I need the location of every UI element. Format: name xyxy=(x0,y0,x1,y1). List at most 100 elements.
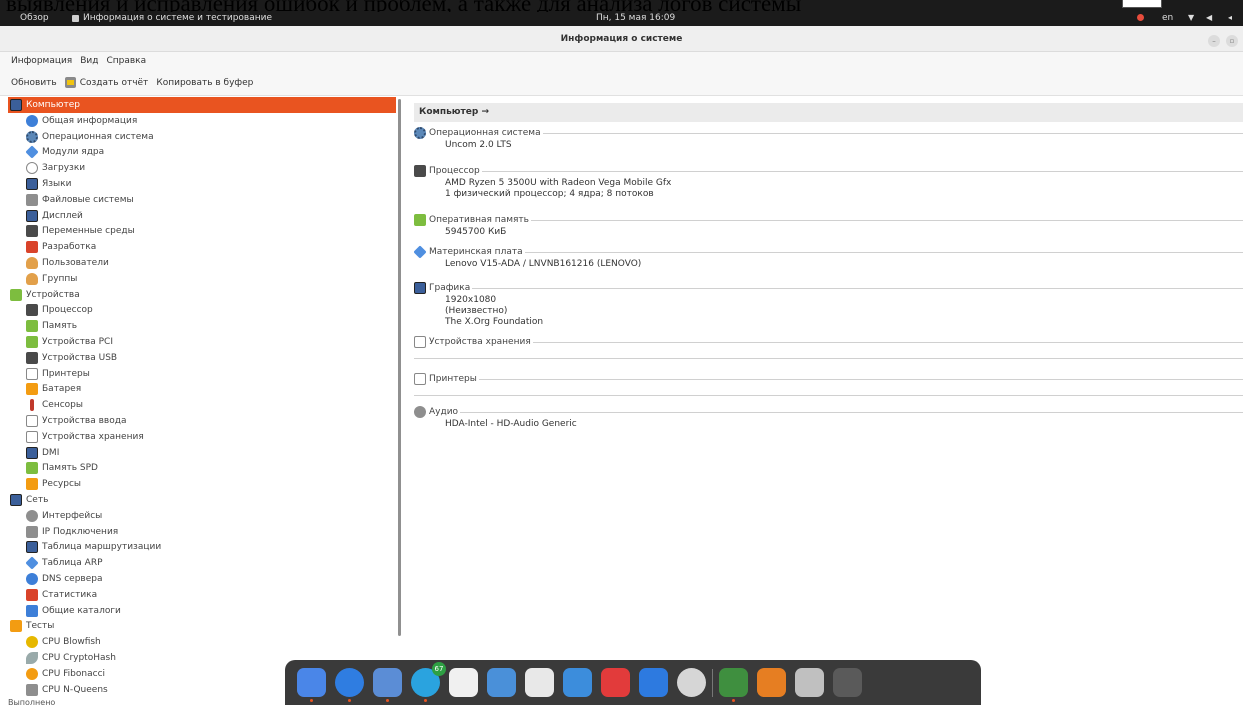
sidebar-item[interactable]: Устройства xyxy=(8,287,396,303)
sidebar-item-label: Файловые системы xyxy=(42,194,134,205)
menu-view[interactable]: Вид xyxy=(80,56,98,66)
active-app-menu[interactable]: Информация о системе и тестирование xyxy=(72,13,272,23)
sidebar-item[interactable]: Компьютер xyxy=(8,97,396,113)
sidebar-item-label: CPU Blowfish xyxy=(42,637,101,648)
section-value: Uncom 2.0 LTS xyxy=(445,140,512,150)
sidebar-item[interactable]: Дисплей xyxy=(8,208,396,224)
sidebar-item[interactable]: Устройства ввода xyxy=(8,413,396,429)
volume-icon[interactable]: ◀ xyxy=(1206,13,1212,22)
telegram-icon[interactable]: 67 xyxy=(411,662,446,702)
sidebar-item[interactable]: Переменные среды xyxy=(8,223,396,239)
sidebar-item[interactable]: Языки xyxy=(8,176,396,192)
hardinfo-icon[interactable] xyxy=(715,664,752,702)
sidebar-item-label: CPU Fibonacci xyxy=(42,668,106,679)
music-icon[interactable] xyxy=(601,668,630,697)
create-report-label: Создать отчёт xyxy=(79,77,149,88)
display-icon xyxy=(414,282,426,294)
sidebar-item[interactable]: Модули ядра xyxy=(8,144,396,160)
photos-icon[interactable] xyxy=(449,668,478,697)
mail-icon[interactable] xyxy=(373,668,402,702)
wifi-icon[interactable]: ▼ xyxy=(1188,13,1194,22)
sidebar-item[interactable]: Файловые системы xyxy=(8,192,396,208)
sidebar-item[interactable]: Группы xyxy=(8,271,396,287)
refresh-button[interactable]: Обновить xyxy=(11,78,57,88)
menu-info[interactable]: Информация xyxy=(11,56,72,66)
sidebar-item[interactable]: Разработка xyxy=(8,239,396,255)
sidebar-item-label: Батарея xyxy=(42,384,82,395)
development-icon xyxy=(26,241,38,254)
create-report-button[interactable]: Создать отчёт xyxy=(64,77,149,88)
audio-icon xyxy=(414,406,426,418)
power-icon[interactable]: ◂ xyxy=(1228,13,1232,22)
sidebar-item[interactable]: Тесты xyxy=(8,618,396,634)
app-diamond-icon[interactable] xyxy=(757,668,786,697)
dock-separator xyxy=(712,668,713,697)
sidebar-item-label: Общая информация xyxy=(42,115,138,126)
dock: 67 xyxy=(285,660,981,705)
settings-list-icon[interactable] xyxy=(487,668,516,697)
sidebar-item[interactable]: Операционная система xyxy=(8,129,396,145)
sidebar-item-label: Операционная система xyxy=(42,131,154,142)
sidebar-item[interactable]: Устройства хранения xyxy=(8,429,396,445)
sidebar-item[interactable]: Устройства USB xyxy=(8,350,396,366)
routing-icon xyxy=(26,541,38,554)
files-icon[interactable] xyxy=(297,668,326,702)
sidebar-item[interactable]: CPU Blowfish xyxy=(8,634,396,650)
image-viewer-icon[interactable] xyxy=(563,668,592,697)
chromium-icon[interactable] xyxy=(335,668,364,702)
sidebar-item[interactable]: Общие каталоги xyxy=(8,603,396,619)
sidebar-item[interactable]: Батарея xyxy=(8,381,396,397)
system-settings-icon[interactable] xyxy=(677,668,706,697)
sidebar-item[interactable]: Сенсоры xyxy=(8,397,396,413)
sidebar-item[interactable]: Процессор xyxy=(8,302,396,318)
calendar-icon[interactable] xyxy=(525,668,554,697)
sidebar-item[interactable]: Сеть xyxy=(8,492,396,508)
running-indicator xyxy=(348,699,351,702)
menu-help[interactable]: Справка xyxy=(106,56,146,66)
sidebar-item-label: Таблица ARP xyxy=(42,558,103,569)
copy-to-clipboard-button[interactable]: Копировать в буфер xyxy=(156,78,253,88)
software-center-icon[interactable] xyxy=(639,668,668,697)
sidebar-item-label: Статистика xyxy=(42,589,98,600)
sidebar-item[interactable]: Общая информация xyxy=(8,113,396,129)
overview-button[interactable]: Обзор xyxy=(20,13,49,23)
sidebar-item-label: Устройства USB xyxy=(42,352,118,363)
keyboard-layout[interactable]: en xyxy=(1162,13,1173,23)
sidebar-item[interactable]: Принтеры xyxy=(8,366,396,382)
sidebar-scrollbar[interactable] xyxy=(398,99,401,636)
display-icon xyxy=(26,209,38,222)
section-value: 5945700 КиБ xyxy=(445,227,507,237)
maximize-button[interactable]: ▫ xyxy=(1226,35,1238,47)
app-grid-icon[interactable] xyxy=(833,668,862,697)
sidebar-item[interactable]: Память SPD xyxy=(8,460,396,476)
sidebar-item[interactable]: Устройства PCI xyxy=(8,334,396,350)
sidebar-item[interactable]: Ресурсы xyxy=(8,476,396,492)
section-divider xyxy=(460,411,1243,413)
sidebar-item[interactable]: Интерфейсы xyxy=(8,508,396,524)
minimize-button[interactable]: – xyxy=(1208,35,1220,47)
cryptohash-icon xyxy=(26,652,38,664)
sidebar-item[interactable]: Загрузки xyxy=(8,160,396,176)
trash-icon[interactable] xyxy=(795,668,824,697)
sidebar-item-label: IP Подключения xyxy=(42,526,119,537)
groups-icon xyxy=(26,272,38,285)
sidebar-item[interactable]: Память xyxy=(8,318,396,334)
section-header: Материнская плата xyxy=(413,245,1243,259)
record-icon[interactable] xyxy=(1137,14,1144,21)
section-title: Графика xyxy=(429,283,471,293)
sidebar-item[interactable]: IP Подключения xyxy=(8,524,396,540)
breadcrumb: Компьютер → xyxy=(414,103,1243,122)
sidebar-item[interactable]: Статистика xyxy=(8,587,396,603)
sidebar-item[interactable]: Таблица ARP xyxy=(8,555,396,571)
section-value: AMD Ryzen 5 3500U with Radeon Vega Mobil… xyxy=(445,178,672,188)
environment-icon xyxy=(26,225,38,238)
ip-connections-icon xyxy=(26,525,38,538)
sidebar-item[interactable]: DMI xyxy=(8,445,396,461)
sidebar-item-label: Устройства PCI xyxy=(42,337,113,347)
clock[interactable]: Пн, 15 мая 16:09 xyxy=(596,13,675,23)
sidebar-item[interactable]: Таблица маршрутизации xyxy=(8,539,396,555)
sidebar-item-label: Пользователи xyxy=(42,258,109,268)
users-icon xyxy=(26,257,38,269)
sidebar-item[interactable]: DNS сервера xyxy=(8,571,396,587)
sidebar-item[interactable]: Пользователи xyxy=(8,255,396,271)
